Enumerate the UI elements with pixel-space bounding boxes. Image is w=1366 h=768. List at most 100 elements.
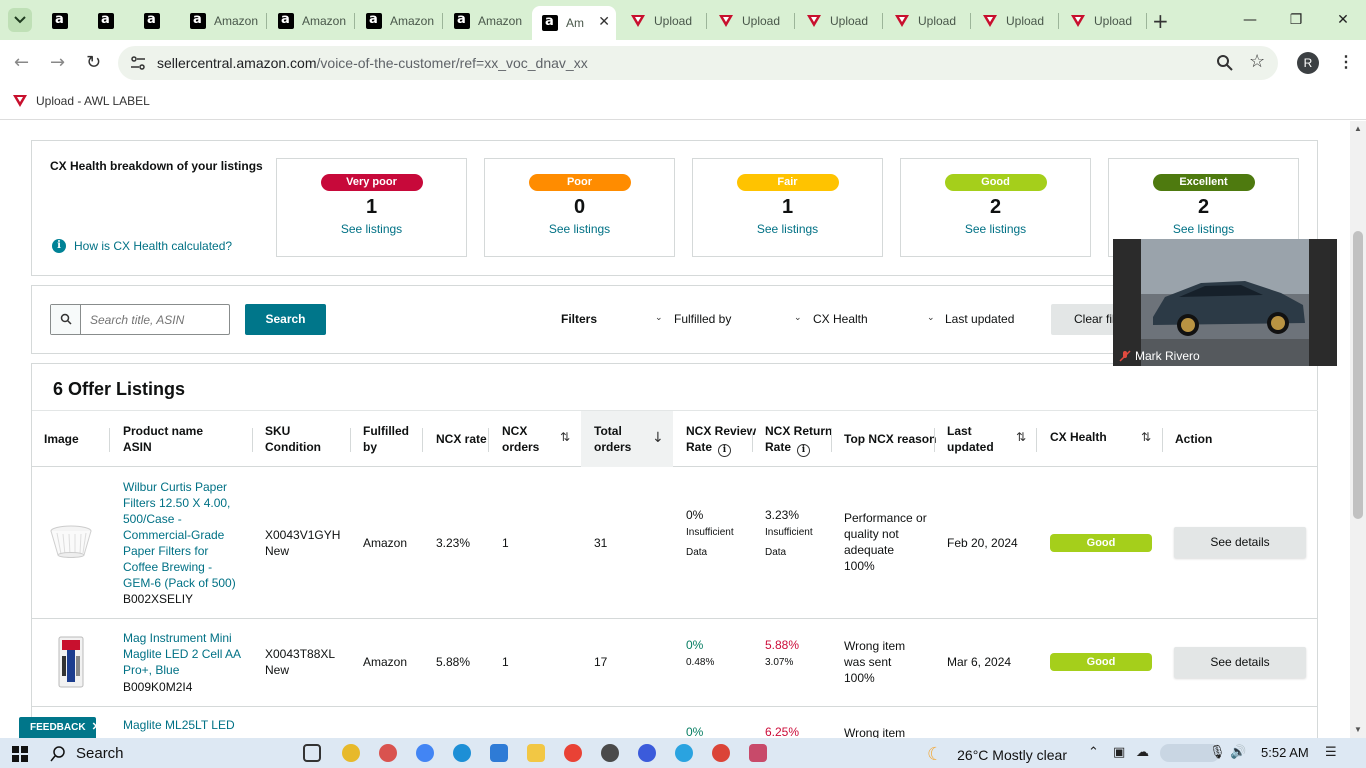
last-updated-dropdown[interactable]: Last updated: [945, 312, 1014, 326]
browser-tab[interactable]: a Amazon: [180, 6, 264, 36]
info-icon: i: [52, 239, 66, 253]
minimize-icon[interactable]: —: [1238, 8, 1262, 32]
chrome-icon[interactable]: [379, 744, 397, 762]
chevron-up-icon[interactable]: ⌃: [1088, 745, 1099, 760]
back-icon[interactable]: ←: [14, 52, 29, 73]
ncx-review-rate: 0% Insufficient Data: [686, 508, 734, 558]
scroll-up-icon[interactable]: ▲: [1354, 124, 1362, 133]
sort-icon[interactable]: ⇅: [560, 430, 570, 444]
microphone-icon[interactable]: 🎙: [1209, 745, 1226, 760]
browser-tab[interactable]: Upload: [620, 6, 704, 36]
browser-tab[interactable]: a Amazon: [444, 6, 528, 36]
see-listings-link[interactable]: See listings: [485, 222, 674, 236]
amazon-icon: a: [454, 12, 470, 29]
col-last-updated[interactable]: Last updated: [947, 423, 994, 455]
info-icon[interactable]: i: [797, 444, 811, 457]
edge-icon[interactable]: [453, 744, 471, 762]
chevron-down-icon[interactable]: ⌄: [927, 313, 935, 323]
reload-icon[interactable]: ↻: [86, 52, 101, 73]
volume-icon[interactable]: 🔊: [1230, 745, 1246, 760]
cloud-icon[interactable]: ☁: [1136, 745, 1149, 760]
chrome-icon[interactable]: [712, 744, 730, 762]
windows-taskbar: Search ☾ 26°C Mostly clear ⌃ ▣ ☁ 🎙 🔊 5:5…: [0, 738, 1366, 768]
scroll-down-icon[interactable]: ▼: [1354, 725, 1362, 734]
browser-tab[interactable]: a Amazon: [356, 6, 440, 36]
browser-menu-icon[interactable]: ⋮: [1338, 52, 1354, 72]
browser-tab[interactable]: Upload: [884, 6, 968, 36]
tab-title: Upload: [918, 14, 957, 28]
column-divider: [1162, 428, 1163, 452]
zoom-app-icon[interactable]: [638, 744, 656, 762]
notifications-icon[interactable]: ☰: [1325, 745, 1337, 760]
store-icon[interactable]: [490, 744, 508, 762]
product-image-flashlight[interactable]: [58, 636, 84, 688]
col-cx-health[interactable]: CX Health: [1050, 429, 1107, 445]
windows-start-icon[interactable]: [12, 746, 28, 762]
bookmark-star-icon[interactable]: ☆: [1249, 51, 1265, 72]
cx-health-help-link[interactable]: i How is CX Health calculated?: [52, 239, 232, 253]
profile-avatar[interactable]: R: [1297, 52, 1319, 74]
help-link-text[interactable]: How is CX Health calculated?: [74, 239, 232, 253]
weather-widget[interactable]: ☾ 26°C Mostly clear: [927, 744, 1067, 765]
close-window-icon[interactable]: ✕: [1331, 8, 1355, 32]
browser-tab[interactable]: a: [134, 6, 170, 36]
sort-icon[interactable]: ⇅: [1016, 430, 1026, 444]
page-scrollbar[interactable]: ▲ ▼: [1350, 121, 1366, 738]
chrome-icon[interactable]: [342, 744, 360, 762]
restore-icon[interactable]: ❐: [1284, 8, 1308, 32]
browser-tab[interactable]: Upload: [972, 6, 1056, 36]
browser-tab[interactable]: a Amazon: [268, 6, 352, 36]
see-details-button[interactable]: See details: [1174, 647, 1306, 678]
file-explorer-icon[interactable]: [527, 744, 545, 762]
chevron-down-icon[interactable]: ⌄: [655, 313, 663, 323]
product-name-link[interactable]: Mag Instrument Mini Maglite LED 2 Cell A…: [123, 630, 248, 678]
task-view-icon[interactable]: [303, 744, 321, 762]
browser-tab[interactable]: a: [88, 6, 124, 36]
browser-tab[interactable]: Upload: [1060, 6, 1144, 36]
chrome-icon[interactable]: [416, 744, 434, 762]
chevron-down-icon[interactable]: ⌄: [794, 313, 802, 323]
see-details-button[interactable]: See details: [1174, 527, 1306, 558]
product-image-coffee-filters[interactable]: [49, 525, 93, 559]
taskbar-search[interactable]: Search: [50, 745, 124, 762]
app-icon[interactable]: [749, 744, 767, 762]
moon-cloud-icon: ☾: [927, 744, 944, 764]
product-name-link[interactable]: Wilbur Curtis Paper Filters 12.50 X 4.00…: [123, 479, 241, 591]
see-listings-link[interactable]: See listings: [693, 222, 882, 236]
see-listings-link[interactable]: See listings: [901, 222, 1090, 236]
col-ncx-orders[interactable]: NCX orders: [502, 423, 539, 455]
app-icon[interactable]: [601, 744, 619, 762]
product-name-link[interactable]: Maglite ML25LT LED: [123, 717, 235, 733]
new-tab-icon[interactable]: +: [1152, 9, 1169, 33]
sort-icon[interactable]: ⇅: [1141, 430, 1151, 444]
info-icon[interactable]: i: [718, 444, 732, 457]
browser-tab[interactable]: Upload: [796, 6, 880, 36]
search-button[interactable]: Search: [245, 304, 326, 335]
chrome-icon[interactable]: [564, 744, 582, 762]
forward-icon[interactable]: →: [50, 52, 65, 73]
search-input[interactable]: [82, 305, 229, 334]
see-listings-link[interactable]: See listings: [277, 222, 466, 236]
zoom-icon[interactable]: [1216, 54, 1234, 72]
browser-tab[interactable]: a: [42, 6, 78, 36]
feedback-button[interactable]: FEEDBACK ✕: [19, 717, 101, 738]
col-total-orders[interactable]: Total orders: [594, 423, 631, 455]
bookmark-upload-awl-label[interactable]: Upload - AWL LABEL: [12, 93, 150, 109]
health-count: 2: [1197, 196, 1210, 218]
video-call-overlay[interactable]: Mark Rivero: [1113, 239, 1337, 366]
scroll-thumb[interactable]: [1353, 231, 1363, 519]
meet-icon[interactable]: ▣: [1113, 745, 1125, 760]
telegram-icon[interactable]: [675, 744, 693, 762]
browser-tab[interactable]: a Am ✕: [532, 6, 616, 40]
browser-tab[interactable]: Upload: [708, 6, 792, 36]
tab-search-button[interactable]: [8, 8, 32, 32]
close-tab-icon[interactable]: ✕: [598, 13, 610, 30]
close-icon[interactable]: ✕: [92, 721, 101, 733]
url-field[interactable]: sellercentral.amazon.com/voice-of-the-cu…: [118, 46, 1278, 80]
sort-descending-icon[interactable]: ↓: [652, 430, 664, 446]
fulfilled-by-dropdown[interactable]: Fulfilled by: [674, 312, 731, 326]
clock[interactable]: 5:52 AM: [1261, 745, 1309, 760]
see-listings-link[interactable]: See listings: [1109, 222, 1298, 236]
site-info-icon[interactable]: [130, 55, 146, 71]
cx-health-dropdown[interactable]: CX Health: [813, 312, 868, 326]
